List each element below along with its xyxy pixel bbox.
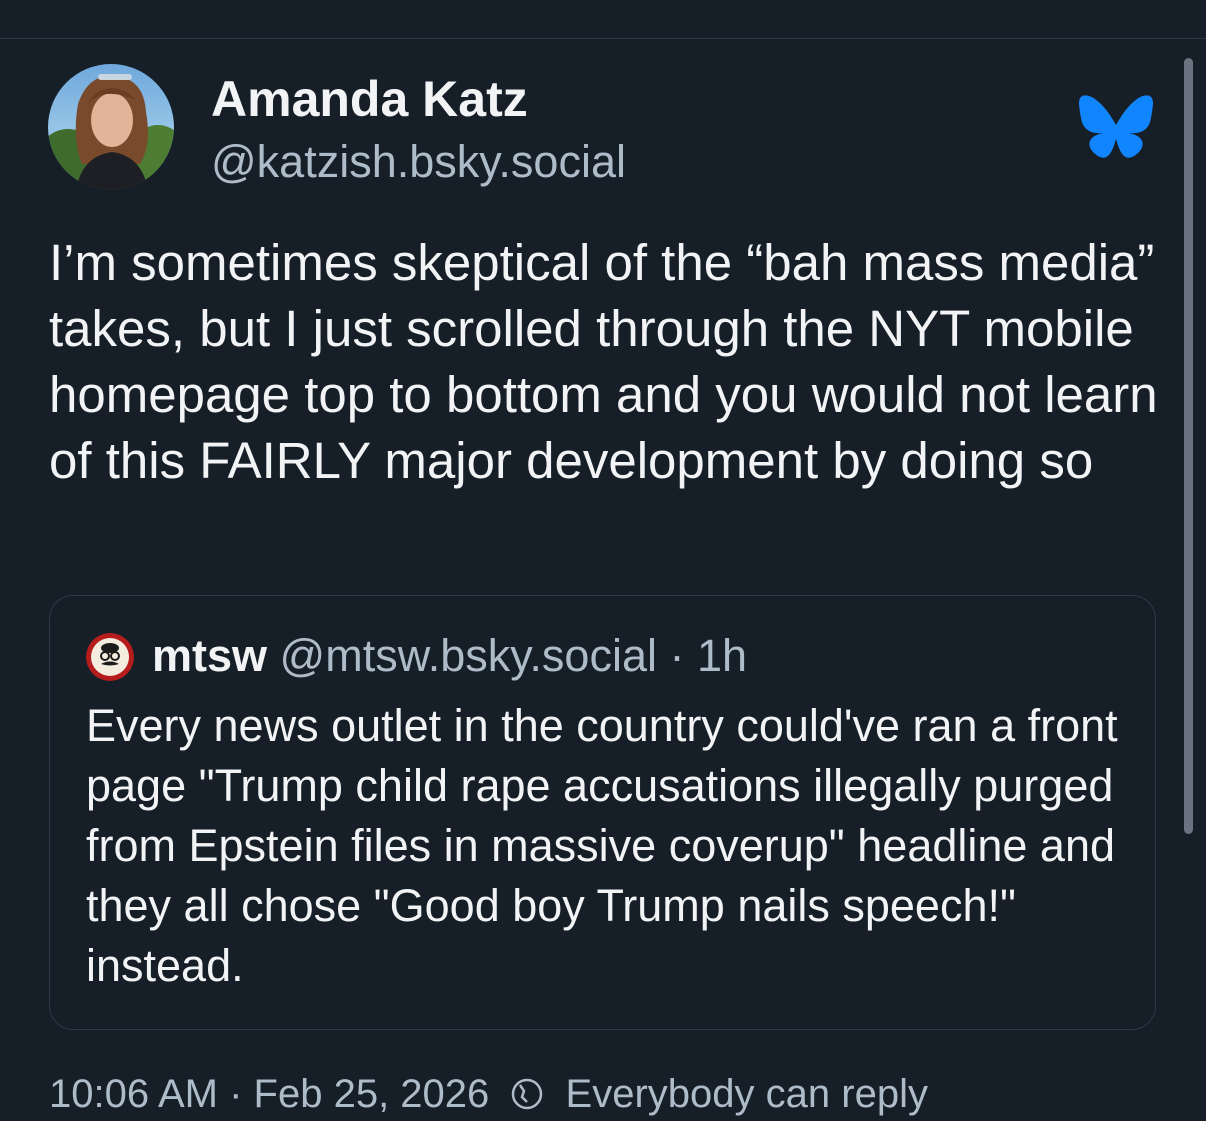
author-display-name[interactable]: Amanda Katz bbox=[211, 70, 528, 128]
post-footer-meta: 10:06 AM · Feb 25, 2026 Everybody can re… bbox=[49, 1072, 928, 1117]
quote-author-handle[interactable]: @mtsw.bsky.social bbox=[280, 630, 657, 681]
reply-audience-label[interactable]: Everybody can reply bbox=[566, 1072, 928, 1116]
quote-author-avatar[interactable] bbox=[86, 633, 134, 681]
post-text: I’m sometimes skeptical of the “bah mass… bbox=[49, 234, 1158, 489]
quote-post-card[interactable]: mtsw @mtsw.bsky.social · 1h Every news o… bbox=[49, 595, 1156, 1030]
author-handle[interactable]: @katzish.bsky.social bbox=[211, 136, 626, 188]
top-divider bbox=[0, 38, 1206, 39]
author-avatar[interactable] bbox=[48, 64, 174, 190]
globe-icon bbox=[510, 1076, 544, 1110]
scrollbar[interactable] bbox=[1184, 58, 1193, 834]
quote-separator: · bbox=[669, 630, 685, 681]
quote-author-name[interactable]: mtsw bbox=[152, 630, 267, 681]
quote-header: mtsw @mtsw.bsky.social · 1h bbox=[152, 628, 747, 684]
post-timestamp: 10:06 AM · Feb 25, 2026 bbox=[49, 1072, 490, 1116]
bluesky-butterfly-icon bbox=[1079, 95, 1153, 159]
quote-text: Every news outlet in the country could'v… bbox=[86, 700, 1118, 991]
quote-timestamp: 1h bbox=[697, 630, 748, 681]
